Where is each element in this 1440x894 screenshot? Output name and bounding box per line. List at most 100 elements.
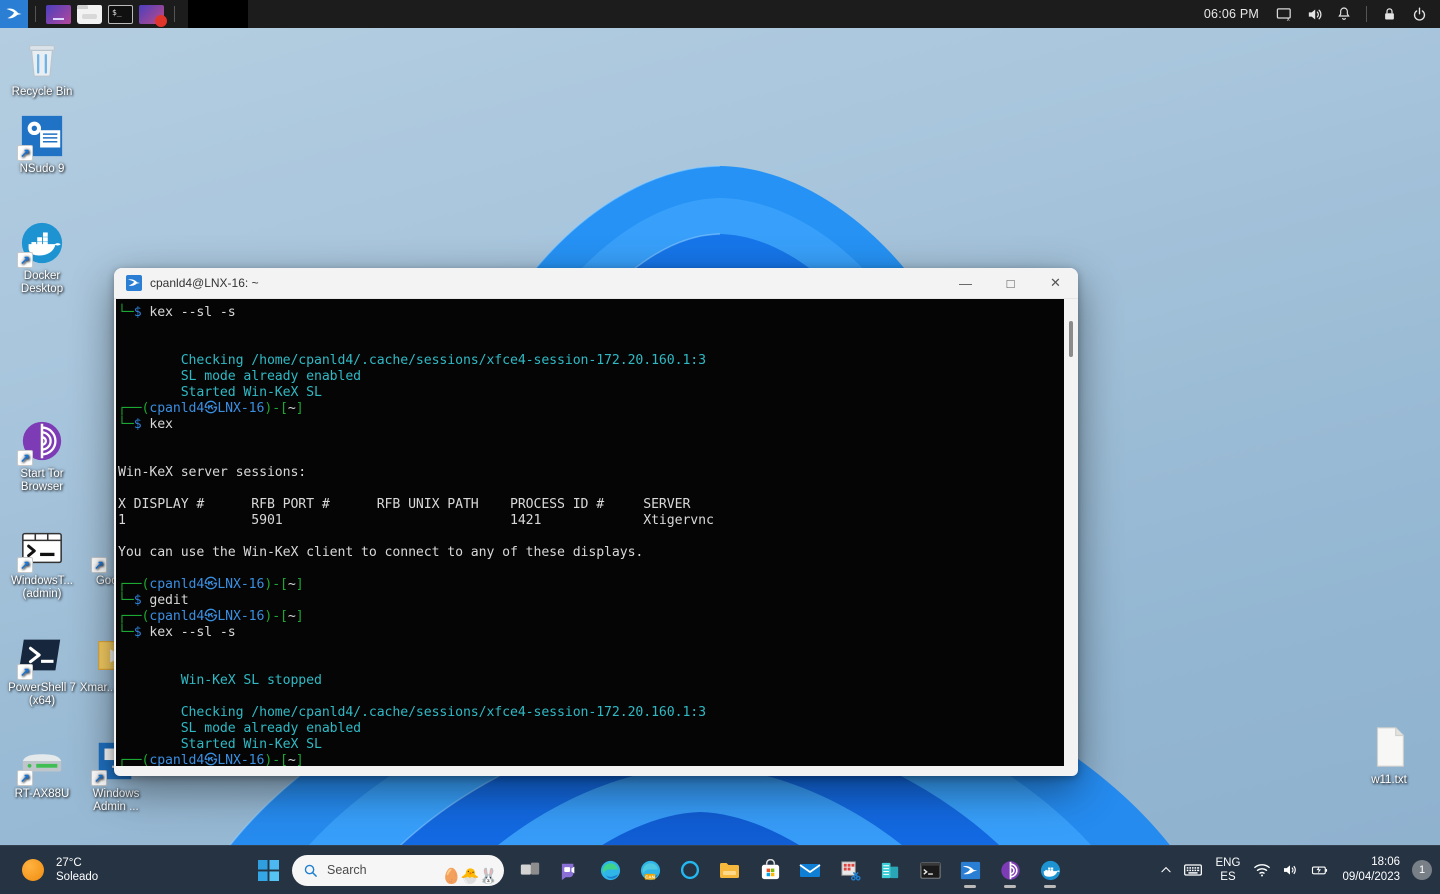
weather-temperature: 27°C <box>56 857 82 869</box>
desktop-icon-docker-desktop[interactable]: Docker Desktop <box>4 220 80 296</box>
system-tray: ENG ES 18:06 09/04/2023 1 <box>1154 846 1440 894</box>
screen-record-icon[interactable] <box>139 4 167 27</box>
terminal-icon[interactable]: $_ <box>108 4 133 24</box>
bell-icon[interactable] <box>1329 0 1359 28</box>
tor-browser-icon <box>17 418 65 466</box>
logout-icon[interactable] <box>1404 0 1434 28</box>
language-secondary: ES <box>1220 871 1236 883</box>
shortcut-arrow-icon <box>17 770 33 786</box>
lock-icon[interactable] <box>1374 0 1404 28</box>
chevron-up-icon[interactable] <box>1154 846 1178 894</box>
start-button[interactable] <box>248 850 288 890</box>
kali-vcxsrv-icon[interactable] <box>950 850 990 890</box>
touch-keyboard-icon[interactable] <box>1178 846 1208 894</box>
kali-dragon-icon[interactable] <box>0 0 28 28</box>
wifi-icon[interactable] <box>1248 846 1276 894</box>
desktop-icon-label: Recycle Bin <box>11 86 73 98</box>
search-placeholder: Search <box>327 863 367 877</box>
nsudo-icon <box>17 113 65 161</box>
desktop-icon-label: PowerShell 7 (x64) <box>8 682 76 707</box>
command-prompt-icon[interactable] <box>910 850 950 890</box>
desktop-icon-recycle-bin[interactable]: Recycle Bin <box>4 36 80 99</box>
battery-charging-icon[interactable] <box>1304 846 1336 894</box>
desktop-icon-label: w11.txt <box>1371 774 1407 786</box>
volume-icon[interactable] <box>1299 0 1329 28</box>
microsoft-teams-icon[interactable] <box>550 850 590 890</box>
window-maximize-button[interactable]: □ <box>988 268 1033 299</box>
active-indicator <box>964 885 976 888</box>
snipping-tool-icon[interactable] <box>830 850 870 890</box>
shortcut-arrow-icon <box>91 557 107 573</box>
router-icon <box>17 738 65 786</box>
text-file-icon <box>1366 724 1412 770</box>
topbar-separator-1 <box>35 6 36 22</box>
recycle-bin-icon <box>19 36 65 82</box>
language-indicator[interactable]: ENG ES <box>1208 846 1249 894</box>
file-manager-icon[interactable] <box>77 4 102 24</box>
notification-badge[interactable]: 1 <box>1412 860 1432 880</box>
desktop-icon-rt-ax88u[interactable]: RT-AX88U <box>4 738 80 801</box>
terminal-line: Started Win-KeX SL <box>118 385 322 400</box>
microsoft-store-icon[interactable] <box>750 850 790 890</box>
desktop-icon-powershell-7[interactable]: PowerShell 7 (x64) <box>4 632 80 708</box>
active-indicator <box>1044 885 1056 888</box>
window-title-bar[interactable]: cpanld4@LNX-16: ~ — □ ✕ <box>114 268 1078 299</box>
terminal-line: Started Win-KeX SL <box>118 737 322 752</box>
speaker-icon[interactable] <box>1276 846 1304 894</box>
shortcut-arrow-icon <box>91 770 107 786</box>
clock-widget[interactable]: 18:06 09/04/2023 <box>1336 846 1410 894</box>
microsoft-edge-canary-icon[interactable]: CAN <box>630 850 670 890</box>
file-explorer-icon[interactable] <box>710 850 750 890</box>
terminal-line: You can use the Win-KeX client to connec… <box>118 545 644 560</box>
kali-dragon-icon <box>126 275 142 291</box>
desktop-icon-w11-txt[interactable]: w11.txt <box>1351 724 1427 787</box>
window-close-button[interactable]: ✕ <box>1033 268 1078 299</box>
terminal-line: SL mode already enabled <box>118 369 362 384</box>
sun-icon <box>22 859 44 881</box>
topbar-separator-2 <box>174 6 175 22</box>
desktop-icon-label: RT-AX88U <box>14 788 70 800</box>
host-top-bar: $_ 06:06 PM x <box>0 0 1440 28</box>
desktop-icon-label: WindowsT... (admin) <box>11 575 73 600</box>
window-minimize-button[interactable]: — <box>943 268 988 299</box>
svg-text:CAN: CAN <box>645 874 655 879</box>
terminal-line: Checking /home/cpanld4/.cache/sessions/x… <box>118 705 706 720</box>
host-clock[interactable]: 06:06 PM <box>1204 7 1259 21</box>
docker-desktop-icon[interactable] <box>1030 850 1070 890</box>
terminal-scrollbar-thumb[interactable] <box>1069 321 1073 357</box>
server-manager-icon[interactable] <box>870 850 910 890</box>
desktop-icon-start-tor-browser[interactable]: Start Tor Browser <box>4 418 80 494</box>
cortana-icon[interactable] <box>670 850 710 890</box>
search-box[interactable]: Search 🥚🐣🐰 <box>292 854 504 886</box>
tor-browser-icon[interactable] <box>990 850 1030 890</box>
task-view-icon[interactable] <box>510 850 550 890</box>
windows-taskbar: 27°C Soleado Search 🥚🐣🐰 CAN ENG ES 18:06… <box>0 845 1440 894</box>
microsoft-edge-icon[interactable] <box>590 850 630 890</box>
terminal-line: SL mode already enabled <box>118 721 362 736</box>
display-icon[interactable] <box>46 4 71 24</box>
taskbar-center-group: Search 🥚🐣🐰 CAN <box>248 850 1070 890</box>
shortcut-arrow-icon <box>17 450 33 466</box>
terminal-line: Win-KeX SL stopped <box>118 673 322 688</box>
terminal-output[interactable]: └─$ kex --sl -s Checking /home/cpanld4/.… <box>116 299 1064 766</box>
display-off-icon[interactable]: x <box>1269 0 1299 28</box>
weather-widget[interactable]: 27°C Soleado <box>22 856 98 884</box>
terminal-scrollbar[interactable] <box>1064 299 1078 766</box>
terminal-window[interactable]: cpanld4@LNX-16: ~ — □ ✕ └─$ kex --sl -s … <box>114 268 1078 776</box>
topbar-separator-3 <box>1366 6 1367 22</box>
desktop-icon-nsudo-9[interactable]: NSudo 9 <box>4 113 80 176</box>
powershell-icon <box>17 632 65 680</box>
mail-icon[interactable] <box>790 850 830 890</box>
terminal-line: Win-KeX server sessions: <box>118 465 307 480</box>
shortcut-arrow-icon <box>17 145 33 161</box>
desktop-icon-windows-terminal-admin[interactable]: WindowsT... (admin) <box>4 525 80 601</box>
